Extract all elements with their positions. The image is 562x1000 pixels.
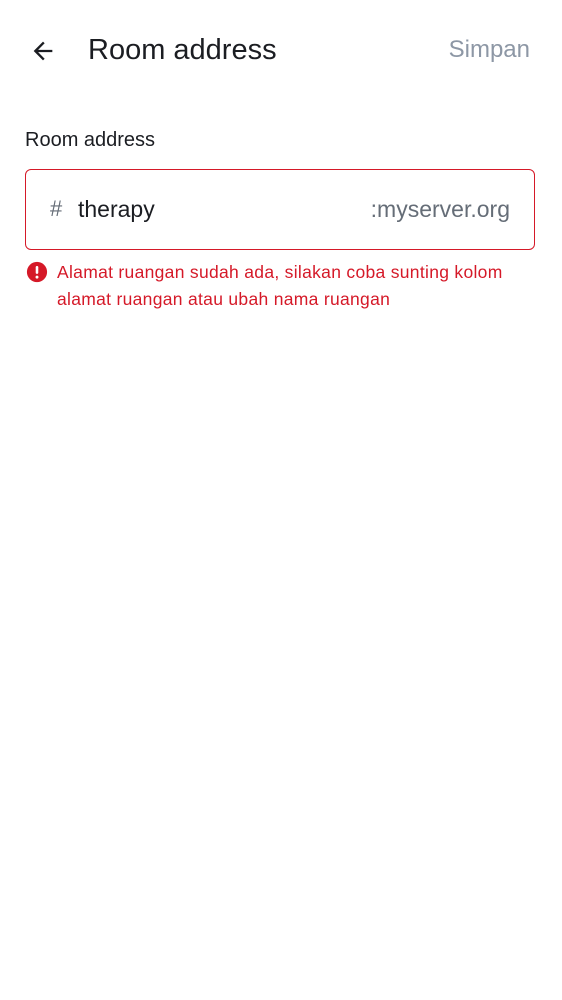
error-message: Alamat ruangan sudah ada, silakan coba s… [57,262,503,309]
hash-prefix: # [50,196,63,221]
room-address-field[interactable]: # therapy :myserver.org [25,169,535,250]
top-app-bar: Room address Simpan [0,0,562,100]
server-suffix: :myserver.org [370,196,510,222]
back-button[interactable] [20,28,66,74]
room-address-input[interactable]: therapy [78,194,155,224]
arrow-left-icon [33,41,53,61]
error-circle-icon [26,261,48,283]
save-button[interactable]: Simpan [449,33,530,67]
page-title: Room address [88,34,277,66]
room-address-label: Room address [25,129,156,151]
